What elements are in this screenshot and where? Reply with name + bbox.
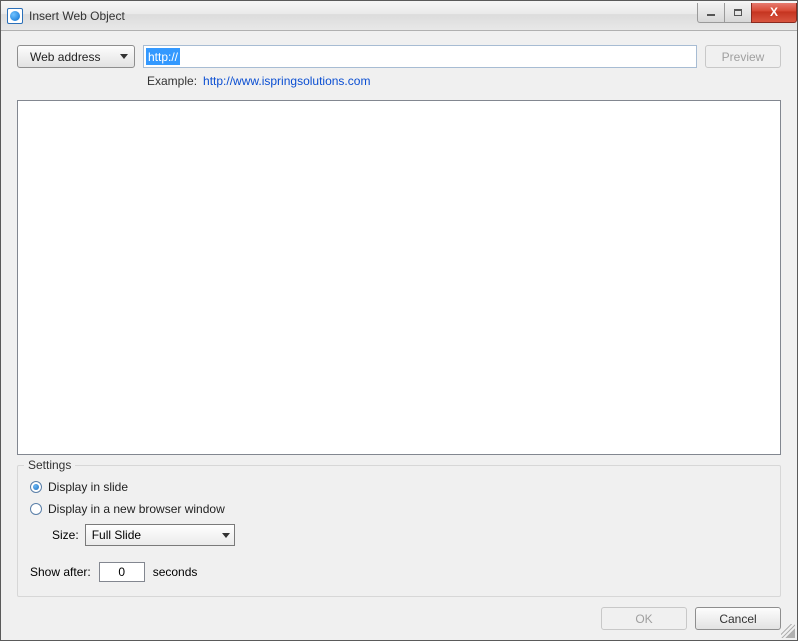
settings-legend: Settings	[24, 458, 75, 472]
radio-icon	[30, 503, 42, 515]
close-button[interactable]: X	[751, 3, 797, 23]
address-mode-label: Web address	[30, 50, 100, 64]
minimize-button[interactable]	[697, 3, 725, 23]
chevron-down-icon	[120, 54, 128, 59]
size-value: Full Slide	[92, 528, 141, 542]
radio-icon	[30, 481, 42, 493]
show-after-input[interactable]	[99, 562, 145, 582]
ok-button[interactable]: OK	[601, 607, 687, 630]
example-link[interactable]: http://www.ispringsolutions.com	[203, 74, 370, 88]
preview-button[interactable]: Preview	[705, 45, 781, 68]
size-row: Size: Full Slide	[52, 524, 768, 546]
window-controls: X	[698, 3, 797, 23]
radio-display-in-slide[interactable]: Display in slide	[30, 480, 768, 494]
show-after-row: Show after: seconds	[30, 562, 768, 582]
maximize-button[interactable]	[724, 3, 752, 23]
titlebar[interactable]: Insert Web Object X	[1, 1, 797, 31]
url-input[interactable]	[143, 45, 697, 68]
dialog-buttons: OK Cancel	[17, 607, 781, 630]
url-input-wrap: http://	[143, 45, 697, 68]
dialog-window: Insert Web Object X Web address http:// …	[0, 0, 798, 641]
example-row: Example: http://www.ispringsolutions.com	[147, 74, 781, 88]
resize-grip-icon[interactable]	[781, 624, 795, 638]
radio-display-new-window[interactable]: Display in a new browser window	[30, 502, 768, 516]
preview-area	[17, 100, 781, 455]
size-label: Size:	[52, 528, 79, 542]
show-after-unit: seconds	[153, 565, 198, 579]
app-icon	[7, 8, 23, 24]
url-input-selection: http://	[146, 48, 180, 65]
settings-group: Settings Display in slide Display in a n…	[17, 465, 781, 597]
show-after-label: Show after:	[30, 565, 91, 579]
client-area: Web address http:// Preview Example: htt…	[1, 31, 797, 640]
address-row: Web address http:// Preview	[17, 45, 781, 68]
radio-label: Display in a new browser window	[48, 502, 225, 516]
window-title: Insert Web Object	[29, 9, 698, 23]
chevron-down-icon	[222, 533, 230, 538]
example-label: Example:	[147, 74, 197, 88]
size-select[interactable]: Full Slide	[85, 524, 235, 546]
address-mode-dropdown[interactable]: Web address	[17, 45, 135, 68]
cancel-button[interactable]: Cancel	[695, 607, 781, 630]
radio-label: Display in slide	[48, 480, 128, 494]
